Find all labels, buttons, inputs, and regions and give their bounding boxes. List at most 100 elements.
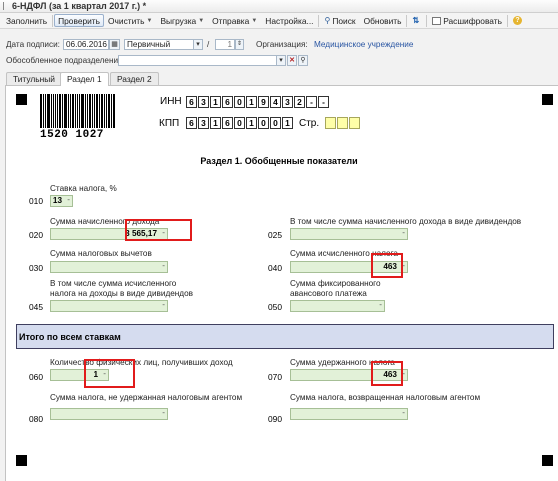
chevron-down-icon[interactable]: ▾	[193, 39, 203, 50]
barcode-stripe	[40, 94, 42, 128]
toolbar: Заполнить Проверить Очистить ▼ Выгрузка ▼ …	[0, 13, 558, 29]
decode-button[interactable]: Расшифровать	[428, 14, 506, 27]
settings-button[interactable]: Настройка...	[261, 14, 317, 27]
page-digit-cell	[349, 117, 360, 129]
barcode-stripe	[113, 94, 115, 128]
search-button[interactable]: ⚲ Поиск	[320, 14, 359, 27]
chevron-down-icon: ▼	[251, 17, 258, 24]
kpp-digit-cell: 0	[234, 117, 245, 129]
kpp-digit-cell: 1	[210, 117, 221, 129]
barcode-stripe	[42, 94, 44, 128]
signature-date-label: Дата подписи:	[6, 40, 60, 49]
kpp-digit-cell: 6	[186, 117, 197, 129]
tax-rate-label: Ставка налога, %	[50, 184, 117, 193]
dropdown-icon[interactable]: ▾	[276, 55, 286, 66]
barcode-stripe	[74, 94, 76, 128]
inn-digit-cell: 1	[246, 96, 257, 108]
check-button[interactable]: Проверить	[54, 14, 105, 27]
inn-digit-cell: 4	[270, 96, 281, 108]
refresh-label: Обновить	[363, 15, 402, 26]
tax-deductions-label: Сумма налоговых вычетов	[50, 249, 152, 258]
returned-tax-label: Сумма налога, возвращенная налоговым аге…	[290, 393, 481, 402]
kpp-digit-cell: 1	[282, 117, 293, 129]
dividend-tax-input[interactable]	[50, 300, 168, 312]
kpp-label: КПП	[159, 118, 180, 129]
barcode-stripe	[76, 94, 78, 128]
dividend-tax-label-line2: налога на доходы в виде дивидендов	[50, 289, 193, 298]
barcode-stripe	[55, 94, 57, 128]
barcode-image	[40, 94, 116, 128]
fixed-payment-input[interactable]	[290, 300, 385, 312]
kpp-digit-cell: 0	[258, 117, 269, 129]
barcode-stripe	[87, 94, 89, 128]
highlight-box	[125, 219, 192, 241]
not-withheld-tax-input[interactable]	[50, 408, 168, 420]
signature-date-field[interactable]: 06.06.2016	[63, 39, 109, 50]
tab-section-2[interactable]: Раздел 2	[110, 72, 159, 85]
send-button[interactable]: Отправка ▼	[208, 14, 261, 27]
help-button[interactable]: ?	[509, 14, 528, 27]
barcode-number: 1520 1027	[40, 129, 104, 141]
calendar-icon[interactable]: ▦	[109, 39, 120, 50]
code-070: 070	[268, 372, 282, 382]
clear-button[interactable]: Очистить ▼	[104, 14, 156, 27]
tax-rate-input[interactable]: 13	[50, 195, 73, 207]
code-010: 010	[29, 196, 43, 206]
barcode-stripe	[71, 94, 74, 128]
title-bar: 6-НДФЛ (за 1 квартал 2017 г.) *	[0, 0, 558, 13]
returned-tax-input[interactable]	[290, 408, 408, 420]
chevron-down-icon: ▼	[198, 17, 205, 24]
corner-marker	[16, 455, 27, 466]
clear-icon[interactable]: ✕	[287, 55, 297, 66]
inn-digit-cell: 6	[222, 96, 233, 108]
page-number-label: Стр.	[299, 118, 320, 129]
toolbar-separator	[506, 14, 508, 27]
code-030: 030	[29, 263, 43, 273]
subdivision-field[interactable]	[118, 55, 286, 66]
highlight-box	[371, 253, 403, 278]
page-digit-cell	[337, 117, 348, 129]
organization-link[interactable]: Медицинское учреждение	[314, 40, 413, 49]
report-type-select[interactable]: Первичный	[124, 39, 198, 50]
page-digit-cell	[325, 117, 336, 129]
window-title: 6-НДФЛ (за 1 квартал 2017 г.) *	[12, 1, 147, 11]
sort-icon: ⇅	[412, 15, 420, 25]
barcode-stripe	[57, 94, 59, 128]
corner-marker	[16, 94, 27, 105]
kpp-digit-cell: 1	[246, 117, 257, 129]
document-icon	[432, 16, 442, 25]
barcode-stripe	[69, 94, 71, 128]
window-icon	[3, 2, 8, 10]
stepper-icon[interactable]: ⇕	[235, 39, 244, 50]
tab-title-page[interactable]: Титульный	[6, 72, 62, 85]
barcode-stripe	[81, 94, 85, 128]
search-label: Поиск	[332, 15, 356, 26]
barcode-stripe	[44, 94, 46, 128]
export-button[interactable]: Выгрузка ▼	[156, 14, 208, 27]
tax-deductions-input[interactable]	[50, 261, 168, 273]
barcode-stripe	[64, 94, 67, 128]
fill-button[interactable]: Заполнить	[2, 14, 51, 27]
dividend-tax-label: В том числе сумма исчисленного	[50, 279, 177, 288]
barcode-stripe	[95, 94, 98, 128]
tab-section-1[interactable]: Раздел 1	[60, 72, 109, 86]
sort-button[interactable]: ⇅	[408, 14, 425, 27]
report-type-value: Первичный	[127, 40, 171, 49]
toolbar-separator	[318, 14, 320, 27]
search-icon[interactable]: ⚲	[298, 55, 308, 66]
inn-digit-cell: 9	[258, 96, 269, 108]
slash-label: /	[207, 40, 210, 49]
toolbar-separator	[52, 14, 54, 27]
inn-digit-cell: -	[306, 96, 317, 108]
inn-digit-cell: -	[318, 96, 329, 108]
barcode-stripe	[100, 94, 104, 128]
barcode-stripe	[108, 94, 111, 128]
search-icon: ⚲	[324, 15, 331, 25]
code-080: 080	[29, 414, 43, 424]
correction-number-field[interactable]: 1	[215, 39, 235, 50]
refresh-button[interactable]: Обновить	[360, 14, 406, 27]
export-label: Выгрузка	[160, 15, 197, 26]
page-number-cells	[325, 117, 361, 129]
totals-bar: Итого по всем ставкам	[16, 324, 554, 349]
dividend-income-input[interactable]	[290, 228, 408, 240]
